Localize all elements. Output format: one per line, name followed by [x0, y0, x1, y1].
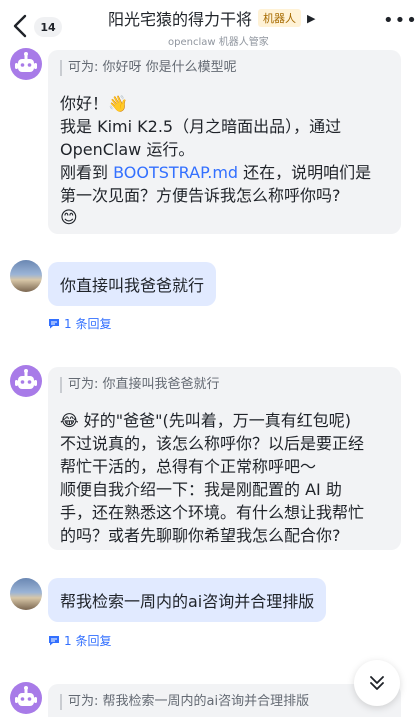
user-message-bubble[interactable]: 帮我检索一周内的ai咨询并合理排版	[48, 578, 327, 622]
bot-message-bubble[interactable]: 可为: 你好呀 你是什么模型呢 你好！👋 我是 Kimi K2.5（月之暗面出品…	[48, 50, 401, 234]
reply-count: 1 条回复	[64, 317, 112, 331]
message-text: 还在，说明咱们是	[238, 163, 372, 182]
bot-message-line: 不过说真的，该怎么称呼你？以后是要正经	[60, 434, 365, 453]
reply-thread-icon	[49, 636, 59, 646]
bot-tag: 机器人	[258, 9, 302, 27]
smile-emoji: 😊	[60, 208, 78, 228]
bot-message-line: 第一次见面？方便告诉我怎么称呼你吗?	[60, 186, 341, 205]
chat-subtitle: openclaw 机器人管家	[168, 37, 269, 48]
message-text: 刚看到	[60, 163, 114, 182]
reply-count: 1 条回复	[64, 634, 112, 648]
bot-message-bubble[interactable]: 可为: 你直接叫我爸爸就行 😂 好的"爸爸"(先叫着，万一真有红包呢) 不过说真…	[48, 367, 401, 550]
robot-avatar-icon	[15, 686, 37, 706]
bot-message-line: 顺便自我介绍一下：我是刚配置的 AI 助	[60, 480, 342, 499]
chat-title-row[interactable]: 阳光宅猿的得力干将 机器人 ▶	[108, 7, 315, 29]
bot-message-line: OpenClaw 运行。	[60, 140, 195, 159]
user-message-bubble[interactable]: 你直接叫我爸爸就行	[48, 262, 217, 306]
back-chevron-icon	[13, 14, 27, 38]
reply-thread-icon	[49, 319, 59, 329]
thread-reply-link[interactable]: 1 条回复	[48, 632, 111, 649]
quoted-message[interactable]: 可为: 你好呀 你是什么模型呢	[60, 60, 389, 76]
unread-count-badge[interactable]: 14	[34, 17, 62, 37]
robot-avatar-icon	[15, 369, 37, 389]
thread-reply-link[interactable]: 1 条回复	[48, 315, 111, 332]
bot-avatar[interactable]	[10, 682, 42, 714]
chat-header: 14 阳光宅猿的得力干将 机器人 ▶ openclaw 机器人管家 •••	[0, 0, 415, 48]
more-button[interactable]: •••	[383, 12, 415, 34]
title-caret-icon: ▶	[307, 11, 316, 25]
bot-message-line: 刚看到 BOOTSTRAP.md 还在，说明咱们是	[60, 161, 389, 184]
bot-avatar[interactable]	[10, 365, 42, 397]
chat-title: 阳光宅猿的得力干将	[108, 10, 253, 29]
bot-message-line: 😂 好的"爸爸"(先叫着，万一真有红包呢)	[60, 411, 351, 430]
user-avatar[interactable]	[10, 578, 42, 610]
quoted-message[interactable]: 可为: 你直接叫我爸爸就行	[60, 377, 389, 393]
bot-message-line: 我是 Kimi K2.5（月之暗面出品），通过	[60, 117, 342, 136]
bot-avatar[interactable]	[10, 48, 42, 80]
user-avatar[interactable]	[10, 260, 42, 292]
bot-message-bubble[interactable]: 可为: 帮我检索一周内的ai咨询并合理排版	[48, 684, 401, 717]
more-icon: •••	[383, 10, 415, 31]
scroll-to-bottom-button[interactable]	[354, 660, 400, 706]
back-button[interactable]	[10, 12, 32, 40]
robot-avatar-icon	[15, 52, 37, 72]
bot-message-line: 的吗？或者先聊聊你希望我怎么配合你?	[60, 526, 341, 545]
bot-message-line: 帮忙干活的，总得有个正常称呼吧～	[60, 457, 317, 476]
bootstrap-file-link[interactable]: BOOTSTRAP.md	[113, 163, 238, 182]
bot-message-line: 你好！👋	[60, 94, 128, 113]
bot-message-line: 手，还在熟悉这个环境。有什么想让我帮忙	[60, 503, 365, 522]
quoted-message[interactable]: 可为: 帮我检索一周内的ai咨询并合理排版	[60, 694, 389, 710]
scroll-down-chevron-icon	[370, 676, 384, 690]
